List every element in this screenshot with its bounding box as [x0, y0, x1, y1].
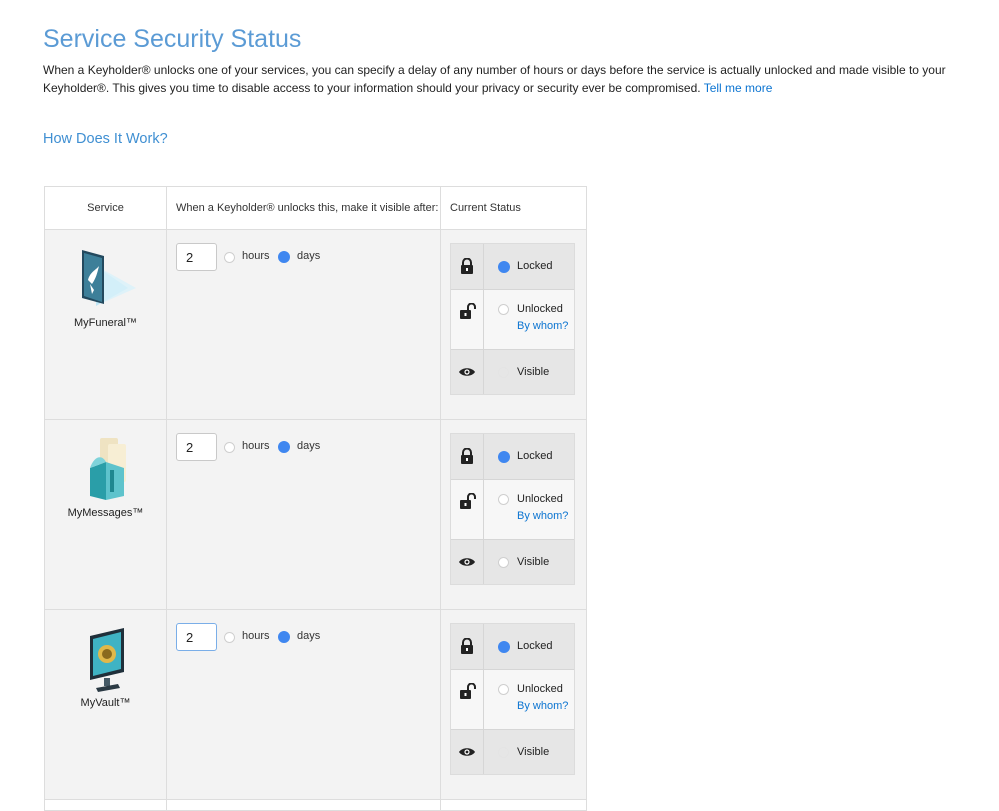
myvault-icon	[89, 628, 124, 692]
unlock-icon	[460, 493, 476, 509]
unlock-icon	[460, 683, 476, 699]
lock-icon	[461, 448, 473, 464]
visible-label: Visible	[517, 746, 550, 758]
visible-label: Visible	[517, 556, 550, 568]
days-label: days	[297, 630, 321, 642]
delay-number-input[interactable]	[176, 433, 217, 461]
service-cell: MyFuneral™	[44, 229, 167, 420]
visible-radio[interactable]	[498, 747, 509, 758]
days-radio[interactable]	[278, 251, 290, 263]
table-row: MyFuneral™ hours days	[44, 229, 587, 420]
days-radio[interactable]	[278, 631, 290, 643]
header-delay: When a Keyholder® unlocks this, make it …	[166, 186, 441, 230]
hours-label: hours	[242, 630, 270, 642]
status-visible-row[interactable]: Visible	[451, 730, 574, 774]
visible-label: Visible	[517, 366, 550, 378]
eye-icon	[459, 748, 475, 756]
intro-text: When a Keyholder® unlocks one of your se…	[43, 61, 948, 97]
locked-label: Locked	[517, 260, 553, 272]
days-label: days	[297, 440, 321, 452]
locked-radio[interactable]	[498, 451, 510, 463]
status-panel: Locked Unlocked By whom? Visible	[450, 433, 575, 585]
unlocked-label: Unlocked	[517, 683, 563, 695]
delay-cell: hours days	[166, 419, 441, 610]
unlock-icon	[460, 303, 476, 319]
page-title: Service Security Status	[43, 25, 302, 53]
hours-radio[interactable]	[224, 252, 235, 263]
status-visible-row[interactable]: Visible	[451, 540, 574, 584]
service-name: MyVault™	[80, 697, 131, 709]
intro-body: When a Keyholder® unlocks one of your se…	[43, 63, 946, 95]
eye-icon	[459, 368, 475, 376]
delay-number-input[interactable]	[176, 623, 217, 651]
status-locked-row[interactable]: Locked	[451, 434, 574, 480]
unlocked-label: Unlocked	[517, 303, 563, 315]
service-cell: MyVault™	[44, 609, 167, 800]
table-row-partial	[44, 799, 587, 811]
service-name: MyMessages™	[67, 507, 144, 519]
hours-label: hours	[242, 250, 270, 262]
visible-radio[interactable]	[498, 367, 509, 378]
locked-radio[interactable]	[498, 261, 510, 273]
delay-cell: hours days	[166, 229, 441, 420]
status-cell: Locked Unlocked By whom? Visible	[440, 609, 587, 800]
unlocked-radio[interactable]	[498, 684, 509, 695]
by-whom-link[interactable]: By whom?	[517, 320, 568, 332]
table-header-row: Service When a Keyholder® unlocks this, …	[44, 186, 587, 230]
by-whom-link[interactable]: By whom?	[517, 700, 568, 712]
unlocked-radio[interactable]	[498, 494, 509, 505]
service-name: MyFuneral™	[74, 317, 137, 329]
status-unlocked-row[interactable]: Unlocked By whom?	[451, 480, 574, 540]
visible-radio[interactable]	[498, 557, 509, 568]
status-cell: Locked Unlocked By whom? Visible	[440, 419, 587, 610]
table-row: MyMessages™ hours days	[44, 419, 587, 610]
delay-cell: hours days	[166, 609, 441, 800]
lock-icon	[461, 638, 473, 654]
mymessages-icon	[89, 438, 126, 500]
days-radio[interactable]	[278, 441, 290, 453]
header-status: Current Status	[440, 186, 587, 230]
delay-number-input[interactable]	[176, 243, 217, 271]
locked-radio[interactable]	[498, 641, 510, 653]
status-unlocked-row[interactable]: Unlocked By whom?	[451, 670, 574, 730]
days-label: days	[297, 250, 321, 262]
unlocked-label: Unlocked	[517, 493, 563, 505]
status-cell: Locked Unlocked By whom? Visible	[440, 229, 587, 420]
status-panel: Locked Unlocked By whom? Visible	[450, 243, 575, 395]
myfuneral-icon	[81, 250, 136, 306]
hours-radio[interactable]	[224, 632, 235, 643]
status-unlocked-row[interactable]: Unlocked By whom?	[451, 290, 574, 350]
service-cell: MyMessages™	[44, 419, 167, 610]
status-locked-row[interactable]: Locked	[451, 624, 574, 670]
by-whom-link[interactable]: By whom?	[517, 510, 568, 522]
header-service: Service	[44, 186, 167, 230]
status-locked-row[interactable]: Locked	[451, 244, 574, 290]
hours-radio[interactable]	[224, 442, 235, 453]
status-visible-row[interactable]: Visible	[451, 350, 574, 394]
hours-label: hours	[242, 440, 270, 452]
locked-label: Locked	[517, 640, 553, 652]
how-does-it-work-link[interactable]: How Does It Work?	[43, 131, 168, 147]
table-row: MyVault™ hours days	[44, 609, 587, 800]
service-status-table: Service When a Keyholder® unlocks this, …	[44, 186, 587, 811]
locked-label: Locked	[517, 450, 553, 462]
unlocked-radio[interactable]	[498, 304, 509, 315]
eye-icon	[459, 558, 475, 566]
tell-me-more-link[interactable]: Tell me more	[704, 81, 773, 95]
lock-icon	[461, 258, 473, 274]
status-panel: Locked Unlocked By whom? Visible	[450, 623, 575, 775]
